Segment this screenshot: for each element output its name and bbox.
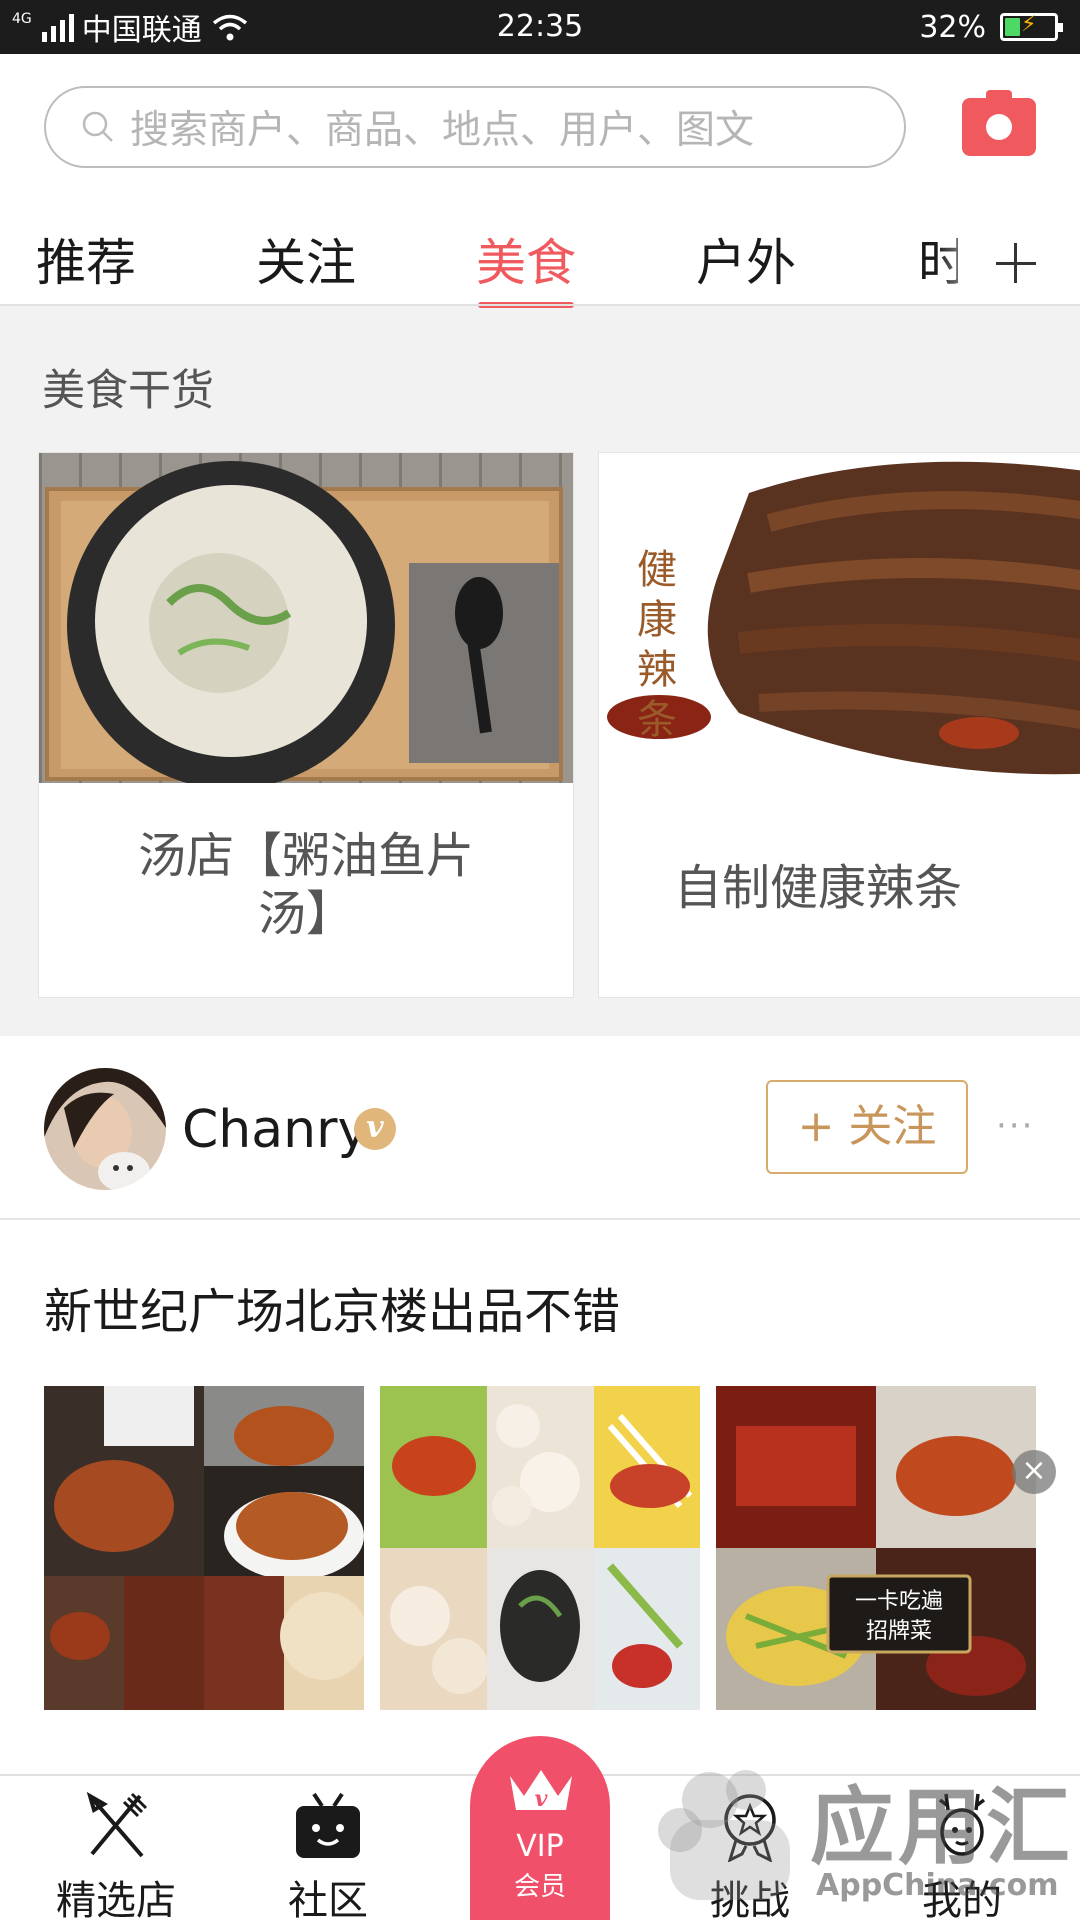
nav-label: 精选店: [56, 1878, 176, 1920]
search-placeholder: 搜索商户、商品、地点、用户、图文: [130, 108, 755, 153]
crown-icon: v: [510, 1770, 572, 1812]
feed-post: Chanry v + 关注 ··· 新世纪广场北京楼出品不错 一卡吃遍 招牌菜: [0, 1036, 1080, 1776]
nav-item-featured-stores[interactable]: 精选店: [26, 1776, 206, 1920]
deer-icon: [938, 1793, 986, 1856]
article-card[interactable]: 汤店【粥油鱼片 汤】: [38, 452, 574, 998]
card-caption-line1: 自制健康辣条: [673, 860, 962, 916]
verified-badge-icon: v: [354, 1108, 396, 1150]
more-options-icon[interactable]: ···: [996, 1106, 1034, 1146]
divider: [0, 1218, 1080, 1220]
nav-item-community[interactable]: 社区: [238, 1776, 418, 1920]
category-tabs: 推荐 关注 美食 户外 时: [0, 220, 1080, 308]
card-overlay-char: 条: [637, 697, 677, 743]
search-icon: [82, 111, 113, 142]
tv-face-icon: [296, 1792, 360, 1858]
signal-icon: [41, 12, 74, 42]
camera-button[interactable]: [962, 90, 1036, 156]
avatar[interactable]: [44, 1068, 166, 1190]
tab-outdoor[interactable]: 户外: [696, 220, 796, 306]
battery-percent: 32%: [919, 9, 986, 45]
vip-label: VIP: [516, 1829, 564, 1864]
nav-label: 我的: [922, 1878, 1002, 1920]
close-icon[interactable]: ×: [1012, 1450, 1056, 1494]
photo-overlay-line1: 一卡吃遍: [855, 1589, 943, 1614]
tab-following[interactable]: 关注: [256, 220, 356, 306]
camera-icon: [986, 114, 1012, 140]
card-caption-line1: 汤店【粥油鱼片: [137, 828, 474, 884]
status-bar: 4G 中国联通 22:35 32% ⚡: [0, 0, 1080, 54]
nav-label: 挑战: [710, 1878, 790, 1920]
battery-icon: ⚡: [1000, 12, 1063, 41]
nav-item-challenge[interactable]: 挑战: [660, 1776, 840, 1920]
card-overlay-char: 健: [637, 547, 677, 593]
tab-food[interactable]: 美食: [476, 220, 576, 308]
post-title[interactable]: 新世纪广场北京楼出品不错: [44, 1272, 620, 1342]
divider: [0, 304, 1080, 306]
vip-button[interactable]: v VIP 会员: [470, 1736, 610, 1920]
section-title: 美食干货: [42, 366, 214, 416]
post-photo[interactable]: [44, 1386, 364, 1710]
nav-label: 社区: [288, 1878, 368, 1920]
article-card[interactable]: 健 康 辣 条 自制健康辣条: [598, 452, 1080, 998]
follow-button[interactable]: + 关注: [766, 1080, 968, 1174]
card-overlay-char: 康: [637, 597, 677, 643]
fork-knife-icon: [86, 1791, 148, 1858]
medal-icon: [724, 1794, 776, 1862]
wifi-icon: [212, 14, 247, 41]
card-caption-line2: 汤】: [257, 886, 354, 942]
card-overlay-char: 辣: [637, 647, 677, 693]
tab-recommend[interactable]: 推荐: [36, 220, 136, 306]
add-tab-icon[interactable]: [996, 230, 1040, 296]
photo-overlay-line2: 招牌菜: [866, 1619, 932, 1644]
post-photo[interactable]: 一卡吃遍 招牌菜: [716, 1386, 1036, 1710]
carrier-name: 中国联通: [81, 13, 202, 48]
card-image: 健 康 辣 条: [599, 453, 1080, 783]
header: 搜索商户、商品、地点、用户、图文 推荐 关注 美食 户外 时: [0, 54, 1080, 308]
svg-text:v: v: [535, 1786, 548, 1812]
username[interactable]: Chanry: [182, 1100, 368, 1160]
post-photo[interactable]: [380, 1386, 700, 1710]
nav-item-me[interactable]: 我的: [872, 1776, 1052, 1920]
vip-sublabel: 会员: [513, 1872, 566, 1902]
search-bar[interactable]: 搜索商户、商品、地点、用户、图文: [44, 86, 906, 168]
network-type: 4G: [12, 11, 32, 27]
card-image: [39, 453, 573, 783]
